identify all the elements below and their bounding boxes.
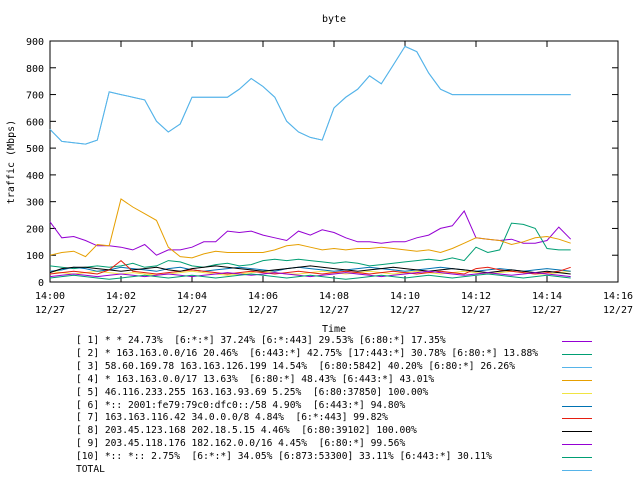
legend-swatch [562,353,592,355]
legend-swatch [562,392,592,394]
legend-swatch [562,366,592,368]
x-tick-label-time: 14:08 [319,291,349,302]
legend-swatch [562,341,592,342]
x-tick-label-time: 14:06 [248,291,278,302]
legend-entry: [ 1] * * 24.73% [6:*:*] 37.24% [6:*:443]… [76,335,446,346]
chart-title: byte [322,14,346,25]
legend-swatch [562,444,592,446]
x-tick-label-time: 14:16 [603,291,633,302]
legend-entry: [ 6] *:: 2001:fe79:79c0:dfc0::/58 4.90% … [76,399,406,411]
x-tick-label-time: 14:12 [461,291,491,302]
y-tick-label: 0 [38,278,44,289]
legend-swatch [562,470,592,471]
x-tick-label-date: 12/27 [177,305,207,316]
x-tick-label-date: 12/27 [390,305,420,316]
y-tick-label: 200 [26,224,44,235]
y-axis-ticks: 0 100 200 300 400 500 600 700 800 900 [26,37,618,289]
legend-entry: [ 5] 46.116.233.255 163.163.93.69 5.25% … [76,386,429,398]
series-line-2 [49,222,571,270]
x-tick-label-time: 14:10 [390,291,420,302]
x-tick-label-date: 12/27 [35,305,65,316]
x-tick-label-time: 14:02 [106,291,136,302]
series-line-11 [49,45,571,145]
legend-swatch [562,405,592,407]
y-tick-label: 800 [26,64,44,75]
y-tick-label: 900 [26,37,44,48]
series-line-3 [49,45,571,145]
legend-entry: [ 3] 58.60.169.78 163.163.126.199 14.54%… [76,360,515,372]
x-tick-label-date: 12/27 [461,305,491,316]
x-tick-label-date: 12/27 [532,305,562,316]
y-tick-label: 500 [26,144,44,155]
legend-swatch [562,431,592,433]
legend-entry: TOTAL [76,464,105,475]
plot-frame [49,40,619,283]
x-axis-label: Time [322,324,346,335]
legend-entry: [ 7] 163.163.116.42 34.0.0.0/8 4.84% [6:… [76,412,388,424]
y-tick-label: 400 [26,171,44,182]
y-tick-label: 600 [26,117,44,128]
x-tick-label-date: 12/27 [106,305,136,316]
legend-entry: [ 4] * 163.163.0.0/17 13.63% [6:80:*] 48… [76,373,435,385]
y-tick-label: 700 [26,91,44,102]
legend-entry: [10] *:: *:: 2.75% [6:*:*] 34.05% [6:873… [76,451,492,463]
legend-entry: [ 9] 203.45.118.176 182.162.0.0/16 4.45%… [76,438,406,450]
y-tick-label: 300 [26,198,44,209]
x-tick-label-date: 12/27 [603,305,633,316]
x-tick-label-time: 14:04 [177,291,207,302]
y-axis-label: traffic (Mbps) [6,120,17,204]
legend-swatch [562,457,592,459]
legend-entry: [ 8] 203.45.123.168 202.18.5.15 4.46% [6… [76,425,417,437]
x-tick-label-date: 12/27 [248,305,278,316]
x-tick-label-date: 12/27 [319,305,349,316]
x-tick-label-time: 14:14 [532,291,562,302]
legend-entry: [ 2] * 163.163.0.0/16 20.46% [6:443:*] 4… [76,347,539,359]
series-line-1 [49,210,572,256]
legend-swatch [562,379,592,381]
x-tick-label-time: 14:00 [35,291,65,302]
series-lines [49,45,572,280]
y-tick-label: 100 [26,251,44,262]
legend-swatch [562,418,592,420]
